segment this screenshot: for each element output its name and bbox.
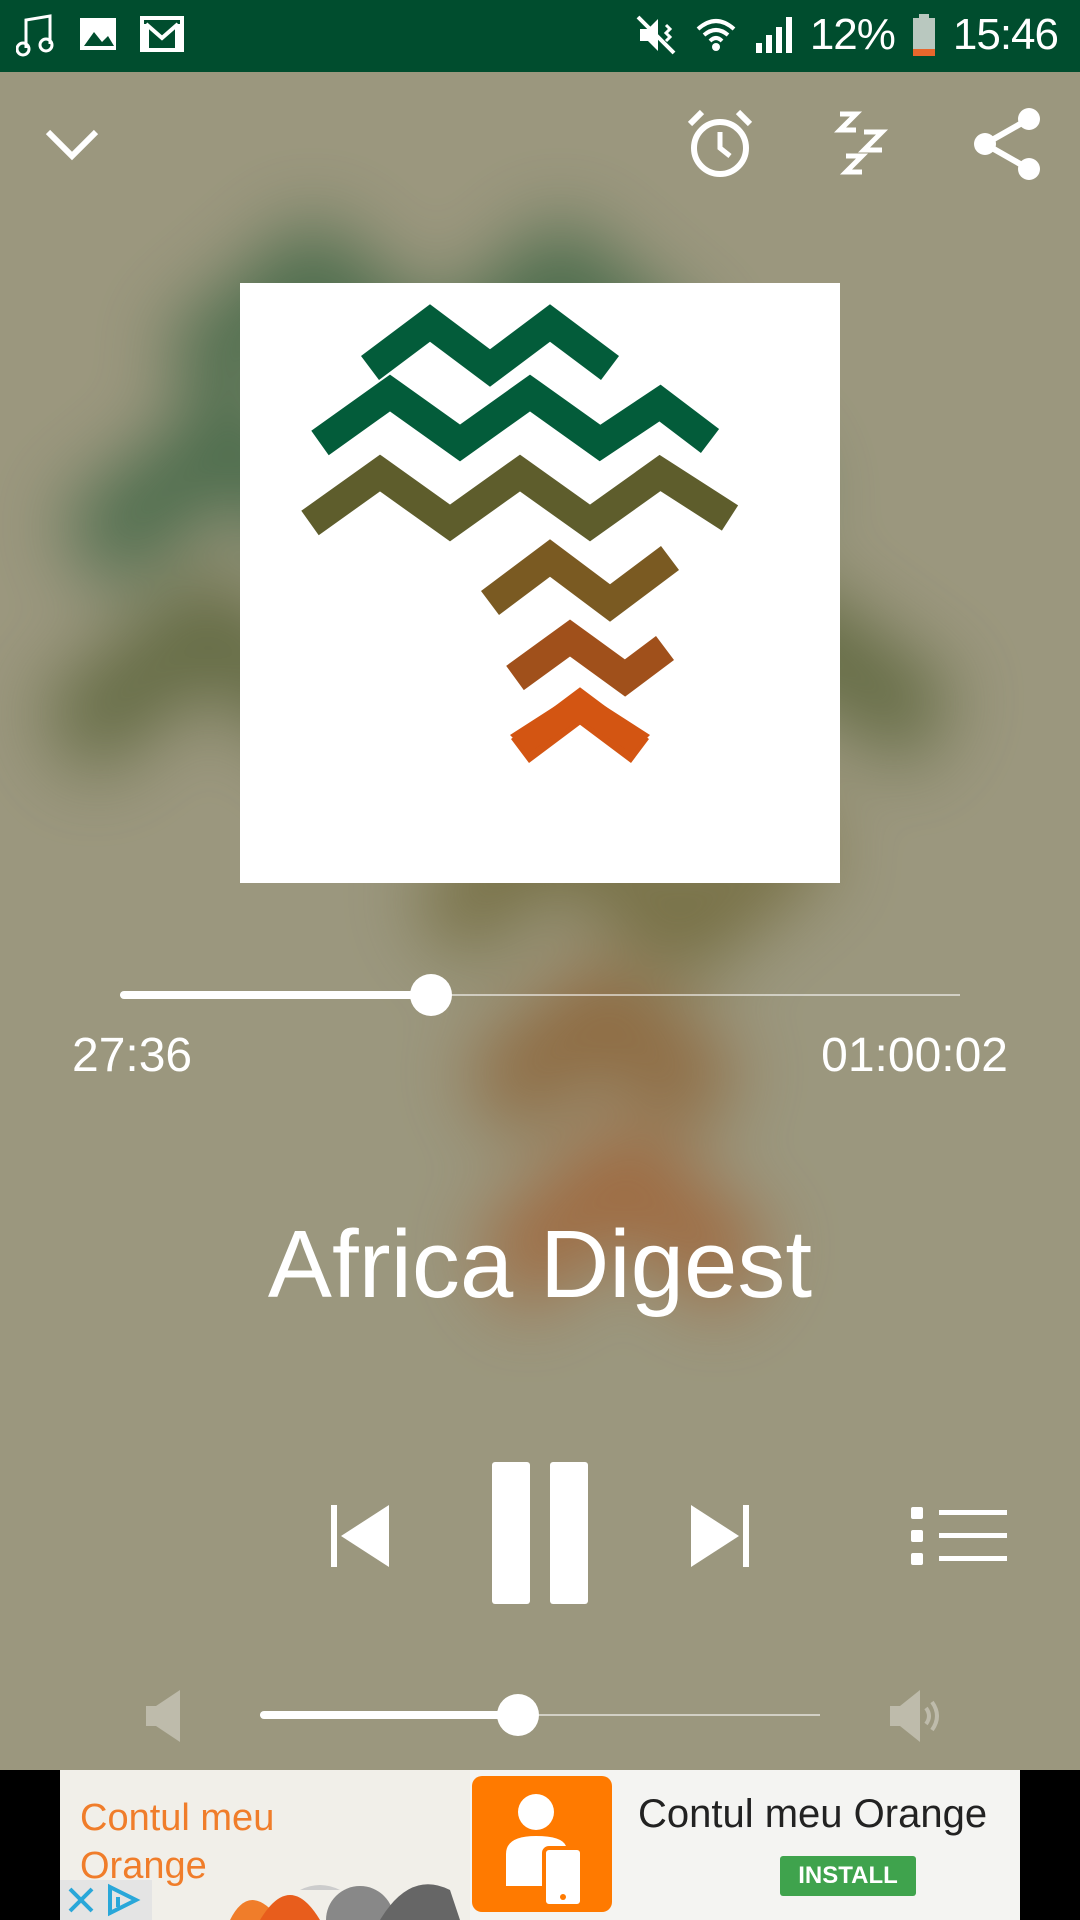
gmail-icon bbox=[140, 16, 184, 52]
image-icon bbox=[80, 18, 116, 50]
playlist-icon bbox=[911, 1507, 1007, 1565]
signal-icon bbox=[755, 17, 792, 53]
ad-app-icon bbox=[472, 1776, 612, 1912]
total-duration: 01:00:02 bbox=[821, 1029, 1008, 1082]
status-bar: 12% 15:46 bbox=[0, 0, 1080, 72]
share-button[interactable] bbox=[968, 104, 1048, 184]
music-note-icon bbox=[16, 14, 54, 57]
chevron-down-icon bbox=[45, 129, 99, 161]
clock: 15:46 bbox=[952, 10, 1059, 59]
volume-level bbox=[260, 1711, 518, 1719]
episode-title: Africa Digest bbox=[267, 1211, 813, 1318]
ad-app-name: Contul meu Orange bbox=[638, 1792, 988, 1836]
share-icon bbox=[974, 108, 1040, 180]
sleep-timer-icon bbox=[834, 111, 889, 175]
alarm-clock-icon bbox=[687, 109, 753, 177]
ad-brand-text: Contul meu Orange bbox=[80, 1797, 275, 1887]
skip-previous-icon bbox=[331, 1505, 389, 1567]
volume-down-button[interactable] bbox=[136, 1686, 192, 1746]
podcast-logo bbox=[301, 304, 739, 763]
sleep-timer-button[interactable] bbox=[824, 104, 904, 184]
seek-progress bbox=[120, 991, 431, 999]
alarm-button[interactable] bbox=[680, 104, 760, 184]
previous-button[interactable] bbox=[320, 1496, 400, 1576]
ad-banner[interactable]: Contul meu Orange Contul meu Orange INST… bbox=[60, 1770, 1020, 1920]
skip-next-icon bbox=[691, 1505, 749, 1567]
playlist-button[interactable] bbox=[904, 1496, 1014, 1576]
ad-choices[interactable] bbox=[60, 1880, 152, 1920]
install-button[interactable]: INSTALL bbox=[780, 1856, 916, 1896]
pause-icon bbox=[492, 1462, 588, 1604]
seek-bar[interactable] bbox=[120, 974, 960, 1016]
volume-high-icon bbox=[890, 1690, 939, 1742]
elapsed-time: 27:36 bbox=[72, 1029, 193, 1082]
user-phone-icon bbox=[506, 1794, 584, 1908]
volume-up-button[interactable] bbox=[884, 1686, 948, 1746]
album-artwork bbox=[240, 283, 840, 883]
next-button[interactable] bbox=[680, 1496, 760, 1576]
seek-thumb[interactable] bbox=[409, 974, 452, 1016]
mute-vibrate-icon bbox=[636, 15, 676, 55]
adchoices-icon bbox=[108, 1883, 141, 1917]
battery-icon bbox=[912, 14, 935, 56]
wifi-icon bbox=[696, 19, 736, 51]
collapse-button[interactable] bbox=[32, 104, 112, 184]
pause-button[interactable] bbox=[480, 1458, 600, 1608]
battery-percent: 12% bbox=[809, 10, 896, 59]
volume-slider[interactable] bbox=[260, 1694, 820, 1736]
close-icon bbox=[68, 1887, 94, 1913]
ad-banner-container: Contul meu Orange Contul meu Orange INST… bbox=[0, 1770, 1080, 1920]
volume-low-icon bbox=[146, 1690, 180, 1742]
volume-thumb[interactable] bbox=[496, 1694, 539, 1736]
